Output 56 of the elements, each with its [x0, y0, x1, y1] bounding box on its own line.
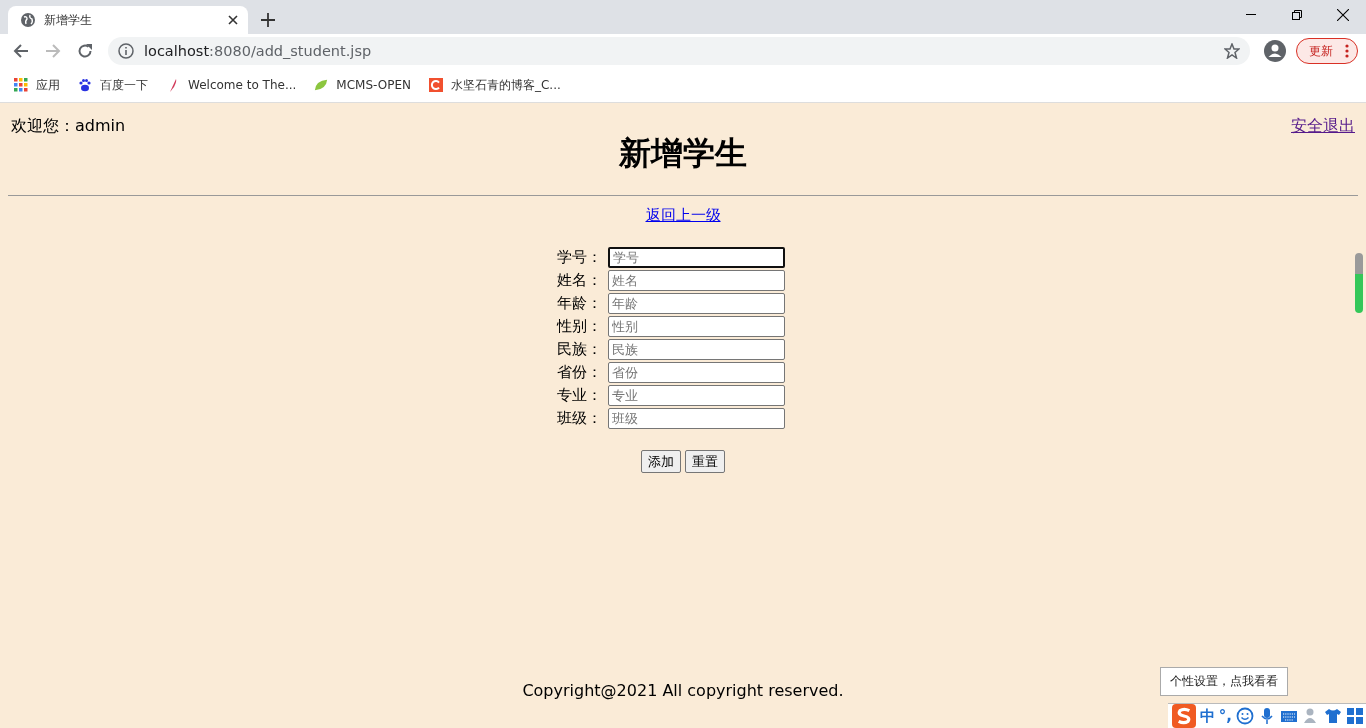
- paw-icon: [78, 78, 92, 92]
- update-button[interactable]: 更新: [1296, 38, 1358, 64]
- page-heading: 新增学生: [619, 133, 747, 174]
- bookmark-link[interactable]: 百度一下: [100, 76, 148, 94]
- field-label: 年龄：: [556, 293, 602, 314]
- address-bar[interactable]: localhost:8080/add_student.jsp: [108, 37, 1250, 65]
- minimize-icon[interactable]: [1246, 14, 1256, 16]
- field-label: 班级：: [556, 408, 602, 429]
- ime-punctuation[interactable]: °,: [1218, 707, 1232, 725]
- welcome-text: 欢迎您：admin: [11, 116, 126, 136]
- input-field[interactable]: 省份: [607, 362, 785, 383]
- c-logo-icon: [428, 78, 443, 92]
- input-field[interactable]: 性别: [607, 316, 785, 337]
- restore-icon[interactable]: [1292, 10, 1302, 20]
- bookmark-link[interactable]: 水坚石青的博客_C...: [450, 76, 561, 94]
- close-icon[interactable]: [228, 15, 238, 25]
- tooltip: 个性设置，点我看看: [1160, 667, 1288, 696]
- info-icon: [118, 43, 134, 59]
- apps-grid-icon: [14, 78, 28, 92]
- logout-link[interactable]: 安全退出: [1291, 116, 1355, 136]
- back-link[interactable]: 返回上一级: [645, 206, 721, 225]
- input-field[interactable]: 专业: [607, 385, 785, 406]
- microphone-icon[interactable]: [1258, 707, 1276, 725]
- field-label: 专业：: [556, 385, 602, 406]
- star-icon[interactable]: [1224, 43, 1240, 59]
- field-label: 姓名：: [556, 270, 602, 291]
- close-icon[interactable]: [1337, 9, 1349, 21]
- bookmark-link[interactable]: 应用: [36, 76, 60, 94]
- new-tab-icon[interactable]: [261, 13, 275, 27]
- reload-icon[interactable]: [77, 43, 93, 59]
- form-button[interactable]: 重置: [685, 450, 725, 473]
- input-field[interactable]: 班级: [607, 408, 785, 429]
- input-field[interactable]: 学号: [607, 247, 785, 268]
- grid-icon[interactable]: [1346, 707, 1364, 725]
- smiley-icon[interactable]: [1236, 707, 1254, 725]
- bookmark-link[interactable]: MCMS-OPEN: [336, 78, 411, 92]
- globe-icon: [20, 12, 36, 28]
- field-label: 民族：: [556, 339, 602, 360]
- input-field[interactable]: 姓名: [607, 270, 785, 291]
- ime-logo-icon[interactable]: [1171, 704, 1196, 728]
- field-label: 学号：: [556, 247, 602, 268]
- back-arrow-icon[interactable]: [13, 43, 29, 59]
- field-label: 省份：: [556, 362, 602, 383]
- tab-title: 新增学生: [44, 11, 93, 29]
- input-field[interactable]: 民族: [607, 339, 785, 360]
- ime-mode[interactable]: 中: [1199, 706, 1215, 726]
- copyright-text: Copyright@2021 All copyright reserved.: [522, 681, 844, 700]
- shirt-icon[interactable]: [1324, 707, 1342, 725]
- browser-tab[interactable]: 新增学生: [8, 6, 248, 34]
- form-button[interactable]: 添加: [641, 450, 681, 473]
- account-icon[interactable]: [1264, 40, 1286, 62]
- leaf-icon: [314, 78, 329, 92]
- more-icon: [1345, 44, 1349, 58]
- input-field[interactable]: 年龄: [607, 293, 785, 314]
- bookmark-link[interactable]: Welcome to The...: [188, 78, 297, 92]
- field-label: 性别：: [556, 316, 602, 337]
